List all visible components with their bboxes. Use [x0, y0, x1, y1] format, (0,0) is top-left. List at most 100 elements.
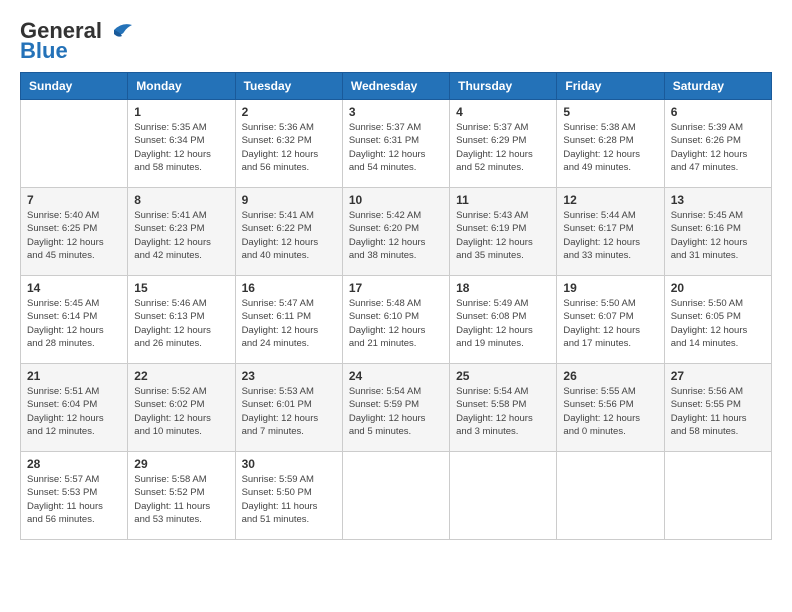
logo-blue-text: Blue — [20, 40, 68, 62]
day-header-thursday: Thursday — [450, 73, 557, 100]
day-number: 5 — [563, 105, 657, 119]
day-number: 26 — [563, 369, 657, 383]
day-number: 3 — [349, 105, 443, 119]
calendar-cell: 25 Sunrise: 5:54 AM Sunset: 5:58 PM Dayli… — [450, 364, 557, 452]
day-number: 17 — [349, 281, 443, 295]
calendar-cell: 30 Sunrise: 5:59 AM Sunset: 5:50 PM Dayli… — [235, 452, 342, 540]
week-row-1: 1 Sunrise: 5:35 AM Sunset: 6:34 PM Daylig… — [21, 100, 772, 188]
day-number: 24 — [349, 369, 443, 383]
calendar-cell: 29Sunrise: 5:58 AM Sunset: 5:52 PM Dayli… — [128, 452, 235, 540]
calendar-cell: 24 Sunrise: 5:54 AM Sunset: 5:59 PM Dayli… — [342, 364, 449, 452]
day-info: Sunrise: 5:46 AM Sunset: 6:13 PM Dayligh… — [134, 297, 228, 350]
day-info: Sunrise: 5:55 AM Sunset: 5:56 PM Dayligh… — [563, 385, 657, 438]
calendar-cell: 23 Sunrise: 5:53 AM Sunset: 6:01 PM Dayli… — [235, 364, 342, 452]
calendar-cell: 15 Sunrise: 5:46 AM Sunset: 6:13 PM Dayli… — [128, 276, 235, 364]
day-number: 28 — [27, 457, 121, 471]
calendar-cell: 13 Sunrise: 5:45 AM Sunset: 6:16 PM Dayli… — [664, 188, 771, 276]
day-number: 14 — [27, 281, 121, 295]
day-number: 12 — [563, 193, 657, 207]
day-number: 19 — [563, 281, 657, 295]
day-info: Sunrise: 5:40 AM Sunset: 6:25 PM Dayligh… — [27, 209, 121, 262]
day-number: 8 — [134, 193, 228, 207]
day-info: Sunrise: 5:50 AM Sunset: 6:05 PM Dayligh… — [671, 297, 765, 350]
day-number: 21 — [27, 369, 121, 383]
day-info: Sunrise: 5:54 AM Sunset: 5:59 PM Dayligh… — [349, 385, 443, 438]
day-info: Sunrise: 5:52 AM Sunset: 6:02 PM Dayligh… — [134, 385, 228, 438]
day-info: Sunrise: 5:37 AM Sunset: 6:29 PM Dayligh… — [456, 121, 550, 174]
day-info: Sunrise: 5:59 AM Sunset: 5:50 PM Dayligh… — [242, 473, 336, 526]
day-info: Sunrise: 5:43 AM Sunset: 6:19 PM Dayligh… — [456, 209, 550, 262]
calendar-cell — [21, 100, 128, 188]
calendar-cell: 2 Sunrise: 5:36 AM Sunset: 6:32 PM Daylig… — [235, 100, 342, 188]
day-number: 4 — [456, 105, 550, 119]
day-info: Sunrise: 5:51 AM Sunset: 6:04 PM Dayligh… — [27, 385, 121, 438]
calendar-cell: 20Sunrise: 5:50 AM Sunset: 6:05 PM Dayli… — [664, 276, 771, 364]
day-header-wednesday: Wednesday — [342, 73, 449, 100]
day-number: 13 — [671, 193, 765, 207]
day-number: 16 — [242, 281, 336, 295]
day-info: Sunrise: 5:53 AM Sunset: 6:01 PM Dayligh… — [242, 385, 336, 438]
calendar-cell — [342, 452, 449, 540]
day-header-friday: Friday — [557, 73, 664, 100]
day-number: 25 — [456, 369, 550, 383]
calendar-cell: 1 Sunrise: 5:35 AM Sunset: 6:34 PM Daylig… — [128, 100, 235, 188]
calendar-cell: 12 Sunrise: 5:44 AM Sunset: 6:17 PM Dayli… — [557, 188, 664, 276]
day-number: 7 — [27, 193, 121, 207]
day-info: Sunrise: 5:41 AM Sunset: 6:22 PM Dayligh… — [242, 209, 336, 262]
calendar-cell: 6 Sunrise: 5:39 AM Sunset: 6:26 PM Daylig… — [664, 100, 771, 188]
day-header-tuesday: Tuesday — [235, 73, 342, 100]
calendar-cell: 8 Sunrise: 5:41 AM Sunset: 6:23 PM Daylig… — [128, 188, 235, 276]
day-info: Sunrise: 5:47 AM Sunset: 6:11 PM Dayligh… — [242, 297, 336, 350]
day-info: Sunrise: 5:45 AM Sunset: 6:16 PM Dayligh… — [671, 209, 765, 262]
day-info: Sunrise: 5:50 AM Sunset: 6:07 PM Dayligh… — [563, 297, 657, 350]
day-number: 10 — [349, 193, 443, 207]
calendar-cell: 26 Sunrise: 5:55 AM Sunset: 5:56 PM Dayli… — [557, 364, 664, 452]
page-header: General Blue — [20, 20, 772, 62]
calendar-cell — [664, 452, 771, 540]
calendar-table: SundayMondayTuesdayWednesdayThursdayFrid… — [20, 72, 772, 540]
calendar-cell: 21 Sunrise: 5:51 AM Sunset: 6:04 PM Dayli… — [21, 364, 128, 452]
calendar-cell: 3Sunrise: 5:37 AM Sunset: 6:31 PM Daylig… — [342, 100, 449, 188]
day-info: Sunrise: 5:41 AM Sunset: 6:23 PM Dayligh… — [134, 209, 228, 262]
calendar-header-row: SundayMondayTuesdayWednesdayThursdayFrid… — [21, 73, 772, 100]
day-number: 11 — [456, 193, 550, 207]
day-number: 29 — [134, 457, 228, 471]
calendar-cell: 22 Sunrise: 5:52 AM Sunset: 6:02 PM Dayli… — [128, 364, 235, 452]
day-number: 22 — [134, 369, 228, 383]
day-number: 23 — [242, 369, 336, 383]
calendar-cell: 11 Sunrise: 5:43 AM Sunset: 6:19 PM Dayli… — [450, 188, 557, 276]
day-info: Sunrise: 5:54 AM Sunset: 5:58 PM Dayligh… — [456, 385, 550, 438]
calendar-cell: 10 Sunrise: 5:42 AM Sunset: 6:20 PM Dayli… — [342, 188, 449, 276]
day-info: Sunrise: 5:38 AM Sunset: 6:28 PM Dayligh… — [563, 121, 657, 174]
day-number: 27 — [671, 369, 765, 383]
day-info: Sunrise: 5:49 AM Sunset: 6:08 PM Dayligh… — [456, 297, 550, 350]
day-info: Sunrise: 5:36 AM Sunset: 6:32 PM Dayligh… — [242, 121, 336, 174]
day-info: Sunrise: 5:39 AM Sunset: 6:26 PM Dayligh… — [671, 121, 765, 174]
week-row-4: 21 Sunrise: 5:51 AM Sunset: 6:04 PM Dayli… — [21, 364, 772, 452]
day-header-monday: Monday — [128, 73, 235, 100]
day-info: Sunrise: 5:57 AM Sunset: 5:53 PM Dayligh… — [27, 473, 121, 526]
day-number: 30 — [242, 457, 336, 471]
day-info: Sunrise: 5:45 AM Sunset: 6:14 PM Dayligh… — [27, 297, 121, 350]
calendar-cell: 17Sunrise: 5:48 AM Sunset: 6:10 PM Dayli… — [342, 276, 449, 364]
week-row-3: 14 Sunrise: 5:45 AM Sunset: 6:14 PM Dayli… — [21, 276, 772, 364]
calendar-cell — [450, 452, 557, 540]
day-number: 18 — [456, 281, 550, 295]
day-number: 9 — [242, 193, 336, 207]
day-info: Sunrise: 5:56 AM Sunset: 5:55 PM Dayligh… — [671, 385, 765, 438]
calendar-cell: 16 Sunrise: 5:47 AM Sunset: 6:11 PM Dayli… — [235, 276, 342, 364]
day-info: Sunrise: 5:42 AM Sunset: 6:20 PM Dayligh… — [349, 209, 443, 262]
day-header-saturday: Saturday — [664, 73, 771, 100]
day-number: 6 — [671, 105, 765, 119]
calendar-cell: 14 Sunrise: 5:45 AM Sunset: 6:14 PM Dayli… — [21, 276, 128, 364]
day-info: Sunrise: 5:44 AM Sunset: 6:17 PM Dayligh… — [563, 209, 657, 262]
day-header-sunday: Sunday — [21, 73, 128, 100]
calendar-cell: 9 Sunrise: 5:41 AM Sunset: 6:22 PM Daylig… — [235, 188, 342, 276]
day-number: 15 — [134, 281, 228, 295]
day-number: 2 — [242, 105, 336, 119]
calendar-cell — [557, 452, 664, 540]
calendar-cell: 5 Sunrise: 5:38 AM Sunset: 6:28 PM Daylig… — [557, 100, 664, 188]
calendar-cell: 27 Sunrise: 5:56 AM Sunset: 5:55 PM Dayli… — [664, 364, 771, 452]
day-info: Sunrise: 5:35 AM Sunset: 6:34 PM Dayligh… — [134, 121, 228, 174]
day-number: 1 — [134, 105, 228, 119]
